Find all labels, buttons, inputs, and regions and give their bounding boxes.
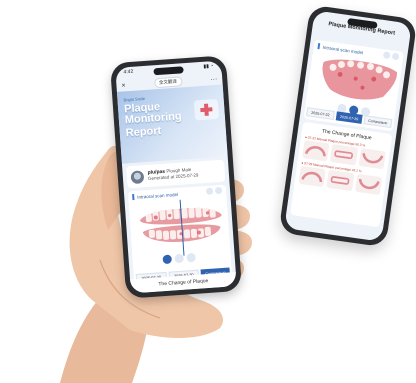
thumb-front-1[interactable]	[330, 144, 358, 166]
patient-card: plu/pas Plough Male Generated at 2025-07…	[126, 159, 226, 189]
medical-cross-icon	[200, 103, 213, 116]
avatar	[130, 169, 145, 184]
thumb-upper-1[interactable]	[302, 140, 330, 162]
view-icon[interactable]	[205, 187, 214, 195]
report-hero: Bright Smile Plaque Monitoring Report	[116, 84, 228, 164]
thumb-lower-2[interactable]	[354, 173, 383, 196]
settings-icon-2[interactable]	[391, 52, 400, 61]
settings-icon[interactable]	[214, 186, 223, 195]
more-icon[interactable]: ···	[210, 75, 217, 82]
scan-model-card: Intraoral scan model	[127, 184, 233, 288]
close-icon[interactable]: ×	[121, 82, 126, 89]
date-left-button-2[interactable]: 2025-07-22	[305, 107, 335, 120]
view-icon-2[interactable]	[382, 51, 391, 60]
scene: 4:42 ▮▮ ◔ × 全文翻译 ··· Bright Smile Plaque…	[0, 0, 416, 383]
plaque-change-card: The Change of Plaque ● 07-22 Manual Plaq…	[290, 121, 393, 228]
patient-info: plu/pas Plough Male Generated at 2025-07…	[147, 166, 198, 181]
phone-handheld-screen: 4:42 ▮▮ ◔ × 全文翻译 ··· Bright Smile Plaque…	[115, 60, 237, 294]
status-time: 4:42	[123, 68, 134, 76]
full-jaw-view-button[interactable]	[162, 254, 173, 265]
lower-jaw-view-button[interactable]	[186, 252, 196, 263]
accent-bar-2	[317, 43, 321, 50]
patient-meta2: Male	[181, 166, 192, 173]
scan-model-card-2: Intraoral scan model 2025-07-22 2025-07-…	[303, 39, 404, 132]
upper-jaw-view-button[interactable]	[174, 253, 184, 264]
phone-handheld: 4:42 ▮▮ ◔ × 全文翻译 ··· Bright Smile Plaque…	[109, 55, 243, 299]
view-controls	[162, 252, 196, 265]
translate-pill[interactable]: 全文翻译	[153, 76, 183, 89]
comparison-button-2[interactable]: Comparison	[363, 115, 393, 129]
scan-card-title: Intraoral scan model	[137, 191, 179, 200]
patient-meta1: Plough	[166, 167, 181, 174]
thumb-upper-2[interactable]	[298, 165, 327, 188]
accent-bar	[132, 193, 135, 201]
thumb-front-2[interactable]	[326, 169, 355, 192]
thumb-lower-1[interactable]	[358, 147, 386, 170]
status-icons: ▮▮ ◔	[203, 63, 214, 70]
card-actions	[205, 186, 223, 195]
